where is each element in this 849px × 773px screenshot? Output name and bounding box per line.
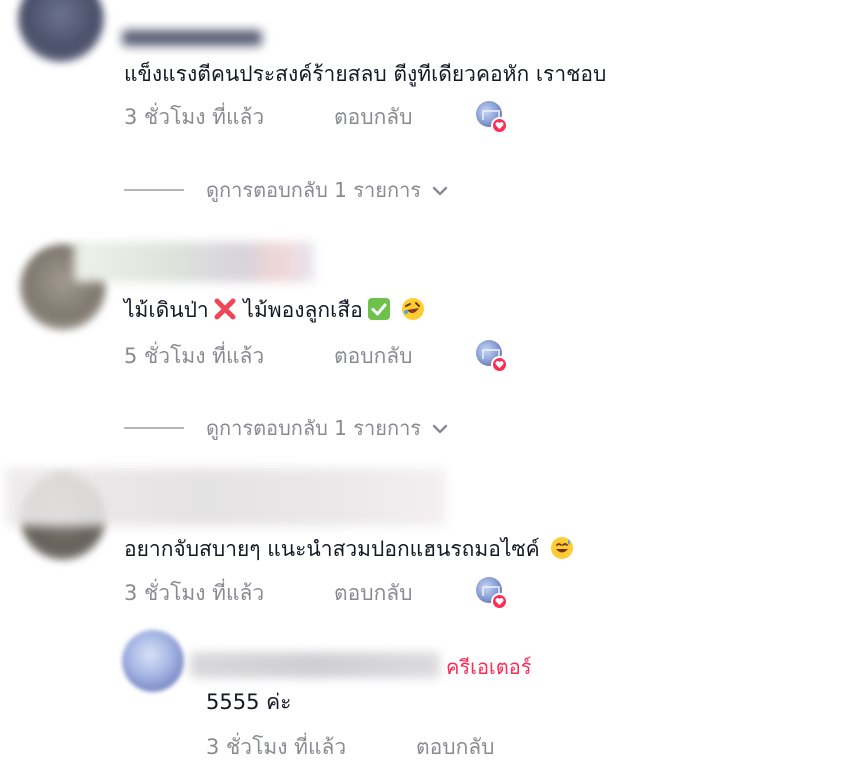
- comment-text: แข็งแรงตีคนประสงค์ร้ายสลบ ตีงูทีเดียวคอห…: [124, 62, 607, 86]
- comment-text-part: ไม้พองลูกเสือ: [236, 298, 363, 322]
- username-blurred[interactable]: [74, 242, 314, 282]
- heart-icon: [491, 117, 508, 134]
- cross-mark-emoji: [213, 297, 237, 321]
- comment-timestamp: 3 ชั่วโมง ที่แล้ว: [124, 105, 265, 129]
- reply-button[interactable]: ตอบกลับ: [334, 340, 413, 373]
- creator-liked-badge: [474, 100, 508, 134]
- creator-badge: ครีเอเตอร์: [446, 655, 532, 679]
- divider-line: [124, 189, 184, 191]
- divider-line: [124, 427, 184, 429]
- username-blurred[interactable]: [122, 30, 262, 46]
- chevron-down-icon: [431, 178, 449, 202]
- heart-icon: [491, 593, 508, 610]
- reply-button[interactable]: ตอบกลับ: [334, 101, 413, 134]
- heart-icon: [491, 356, 508, 373]
- reply-timestamp: 3 ชั่วโมง ที่แล้ว: [206, 735, 347, 759]
- rolling-laughing-emoji: [401, 297, 425, 321]
- comment-text-part: อยากจับสบายๆ แนะนำสวมปอกแฮนรถมอไซค์: [124, 537, 540, 561]
- view-replies-button[interactable]: ดูการตอบกลับ 1 รายการ: [124, 174, 449, 206]
- username-blurred[interactable]: [6, 468, 446, 526]
- creator-liked-badge: [474, 339, 508, 373]
- avatar[interactable]: [18, 0, 104, 62]
- comment-text: ไม้เดินป่า ไม้พองลูกเสือ: [124, 296, 425, 324]
- username-blurred[interactable]: [190, 652, 440, 678]
- check-mark-button-emoji: [367, 297, 391, 321]
- creator-liked-badge: [474, 576, 508, 610]
- reply-button[interactable]: ตอบกลับ: [416, 731, 495, 764]
- comment-text: อยากจับสบายๆ แนะนำสวมปอกแฮนรถมอไซค์: [124, 535, 574, 563]
- chevron-down-icon: [431, 416, 449, 440]
- view-replies-button[interactable]: ดูการตอบกลับ 1 รายการ: [124, 412, 449, 444]
- reply-button[interactable]: ตอบกลับ: [334, 577, 413, 610]
- comment-timestamp: 3 ชั่วโมง ที่แล้ว: [124, 581, 265, 605]
- comment-timestamp: 5 ชั่วโมง ที่แล้ว: [124, 344, 265, 368]
- comment-text-part: ไม้เดินป่า: [124, 298, 209, 322]
- grinning-sweat-emoji: [550, 536, 574, 560]
- view-replies-label: ดูการตอบกลับ 1 รายการ: [206, 178, 422, 202]
- reply-text: 5555 ค่ะ: [206, 690, 292, 714]
- view-replies-label: ดูการตอบกลับ 1 รายการ: [206, 416, 422, 440]
- creator-avatar[interactable]: [122, 630, 184, 692]
